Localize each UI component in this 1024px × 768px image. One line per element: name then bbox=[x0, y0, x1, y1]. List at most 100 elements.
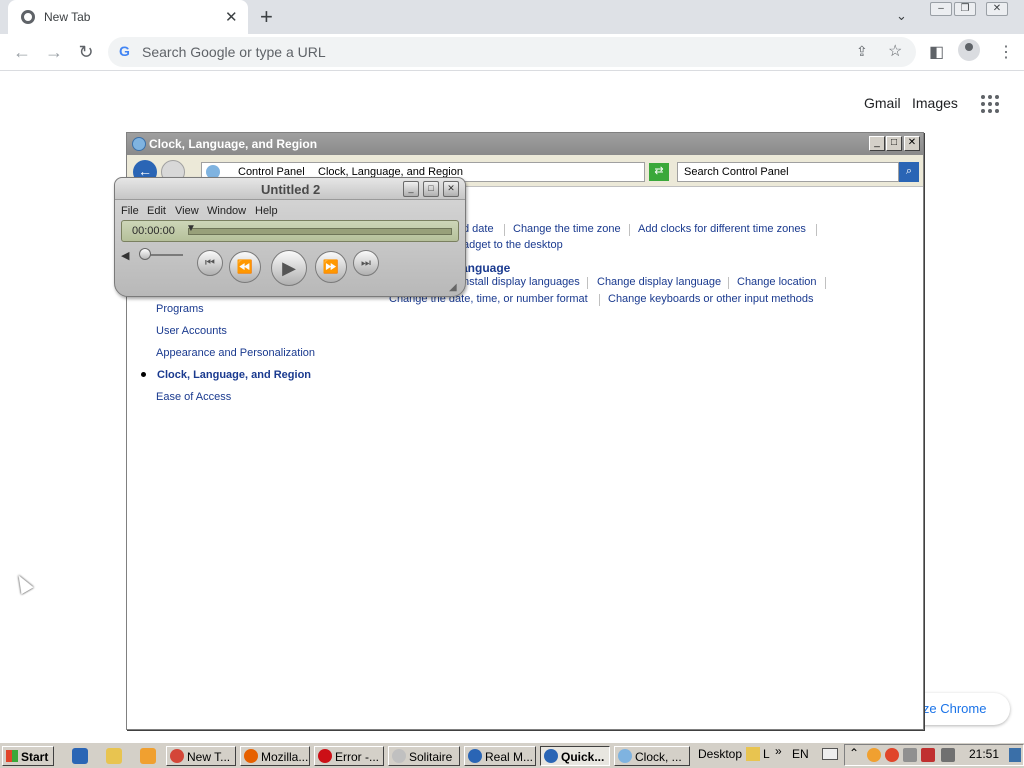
restore-button[interactable]: ❐ bbox=[954, 2, 976, 16]
menu-help[interactable]: Help bbox=[255, 205, 278, 217]
task-label: New T... bbox=[187, 750, 231, 764]
player-title: Untitled 2 bbox=[261, 182, 321, 197]
separator bbox=[728, 277, 729, 289]
taskbar-task-button[interactable]: Real M... bbox=[464, 746, 536, 766]
link-change-time-zone[interactable]: Change the time zone bbox=[513, 223, 621, 235]
show-desktop-icon[interactable] bbox=[1009, 748, 1021, 762]
kebab-menu-icon[interactable]: ⋮ bbox=[998, 42, 1014, 62]
player-titlebar[interactable]: Untitled 2 _ □ ✕ bbox=[115, 178, 465, 200]
player-minimize-button[interactable]: _ bbox=[403, 181, 419, 197]
search-icon[interactable]: ⌕ bbox=[899, 162, 919, 182]
back-icon[interactable]: ← bbox=[10, 40, 34, 64]
menu-file[interactable]: File bbox=[121, 205, 139, 217]
toolbar-chevron-icon[interactable]: » bbox=[775, 744, 782, 758]
profile-avatar[interactable] bbox=[958, 39, 980, 61]
show-hidden-icons-icon[interactable]: ⌃ bbox=[849, 746, 859, 760]
clock[interactable]: 21:51 bbox=[969, 747, 999, 761]
chevron-down-icon[interactable]: ⌄ bbox=[896, 8, 907, 24]
refresh-icon[interactable]: ⇄ bbox=[649, 163, 669, 181]
search-placeholder: Search Control Panel bbox=[684, 166, 789, 178]
link-change-keyboards[interactable]: Change keyboards or other input methods bbox=[608, 293, 813, 305]
nav-active-bullet bbox=[141, 372, 146, 377]
fast-forward-icon[interactable]: ⏩ bbox=[315, 251, 347, 283]
menu-view[interactable]: View bbox=[175, 205, 199, 217]
volume-knob[interactable] bbox=[139, 248, 151, 260]
taskbar-task-button[interactable]: Clock, ... bbox=[614, 746, 690, 766]
forward-icon[interactable]: → bbox=[42, 40, 66, 64]
new-tab-button[interactable]: + bbox=[260, 4, 273, 30]
link-add-clock-gadget[interactable]: adget to the desktop bbox=[463, 239, 563, 251]
control-panel-titlebar[interactable]: Clock, Language, and Region _ □ ✕ bbox=[127, 133, 923, 155]
network-icon[interactable] bbox=[903, 748, 917, 762]
separator bbox=[629, 224, 630, 236]
separator bbox=[816, 224, 817, 236]
media-player-icon[interactable] bbox=[140, 748, 156, 764]
resize-grip-icon[interactable]: ◢ bbox=[449, 282, 457, 293]
customize-chrome-label: ize Chrome bbox=[920, 701, 987, 716]
start-button[interactable]: Start bbox=[2, 746, 54, 766]
separator bbox=[504, 224, 505, 236]
images-link[interactable]: Images bbox=[912, 95, 958, 111]
search-input[interactable]: Search Control Panel bbox=[677, 162, 899, 182]
playhead[interactable]: ▼ bbox=[186, 223, 196, 234]
omnibox-placeholder: Search Google or type a URL bbox=[142, 44, 326, 60]
tray-app-icon[interactable] bbox=[885, 748, 899, 762]
task-label: Solitaire bbox=[409, 750, 453, 764]
link-set-time-date[interactable]: d date bbox=[463, 223, 494, 235]
tray-app-icon[interactable] bbox=[867, 748, 881, 762]
taskbar-task-button[interactable]: Error -... bbox=[314, 746, 384, 766]
timeline-track[interactable] bbox=[188, 228, 452, 235]
link-change-location[interactable]: Change location bbox=[737, 276, 817, 288]
close-tab-icon[interactable]: ✕ bbox=[225, 8, 238, 26]
link-install-display-languages[interactable]: nstall display languages bbox=[463, 276, 580, 288]
cp-maximize-button[interactable]: □ bbox=[886, 136, 902, 151]
keyboard-icon[interactable] bbox=[822, 748, 838, 760]
explorer-folder-icon[interactable] bbox=[106, 748, 122, 764]
tab-new-tab[interactable]: New Tab ✕ bbox=[8, 0, 248, 34]
task-app-icon bbox=[244, 749, 258, 763]
bookmark-star-icon[interactable]: ☆ bbox=[888, 41, 902, 61]
link-add-clocks[interactable]: Add clocks for different time zones bbox=[638, 223, 806, 235]
side-panel-icon[interactable]: ◧ bbox=[929, 42, 944, 62]
task-label: Mozilla... bbox=[261, 750, 309, 764]
task-label: Error -... bbox=[335, 750, 379, 764]
security-alert-icon[interactable] bbox=[921, 748, 935, 762]
rewind-icon[interactable]: ⏪ bbox=[229, 251, 261, 283]
task-label: Clock, ... bbox=[635, 750, 682, 764]
menu-edit[interactable]: Edit bbox=[147, 205, 166, 217]
task-app-icon bbox=[170, 749, 184, 763]
internet-explorer-icon[interactable] bbox=[72, 748, 88, 764]
folder-icon[interactable] bbox=[746, 747, 760, 761]
play-icon[interactable]: ▶ bbox=[271, 250, 307, 286]
reload-icon[interactable]: ↻ bbox=[74, 40, 98, 64]
gmail-link[interactable]: Gmail bbox=[864, 95, 901, 111]
task-label: Quick... bbox=[561, 750, 605, 764]
player-close-button[interactable]: ✕ bbox=[443, 181, 459, 197]
cp-minimize-button[interactable]: _ bbox=[869, 136, 885, 151]
share-icon[interactable]: ⇪ bbox=[856, 43, 868, 60]
minimize-button[interactable]: ‒ bbox=[930, 2, 952, 16]
close-window-button[interactable]: ✕ bbox=[986, 2, 1008, 16]
nav-user-accounts[interactable]: User Accounts bbox=[156, 325, 227, 337]
volume-icon[interactable] bbox=[941, 748, 955, 762]
previous-icon[interactable]: ⏮ bbox=[197, 250, 223, 276]
language-indicator[interactable]: EN bbox=[792, 747, 809, 761]
taskbar-task-button[interactable]: Solitaire bbox=[388, 746, 460, 766]
desktop-toolbar-label[interactable]: Desktop bbox=[698, 747, 742, 761]
nav-programs[interactable]: Programs bbox=[156, 303, 204, 315]
omnibox[interactable]: G Search Google or type a URL ⇪ ☆ bbox=[108, 37, 916, 67]
nav-ease-of-access[interactable]: Ease of Access bbox=[156, 391, 231, 403]
next-icon[interactable]: ⏭ bbox=[353, 250, 379, 276]
menu-window[interactable]: Window bbox=[207, 205, 246, 217]
cp-close-button[interactable]: ✕ bbox=[904, 136, 920, 151]
player-maximize-button[interactable]: □ bbox=[423, 181, 439, 197]
nav-clock-language-region[interactable]: Clock, Language, and Region bbox=[157, 369, 311, 381]
link-change-display-language[interactable]: Change display language bbox=[597, 276, 721, 288]
section-heading-region-language[interactable]: anguage bbox=[461, 261, 510, 275]
google-apps-icon[interactable] bbox=[981, 95, 999, 113]
taskbar-task-button[interactable]: Mozilla... bbox=[240, 746, 310, 766]
taskbar-task-button[interactable]: New T... bbox=[166, 746, 236, 766]
taskbar-task-button[interactable]: Quick... bbox=[540, 746, 610, 766]
player-time: 00:00:00 bbox=[132, 225, 175, 237]
nav-appearance[interactable]: Appearance and Personalization bbox=[156, 347, 315, 359]
